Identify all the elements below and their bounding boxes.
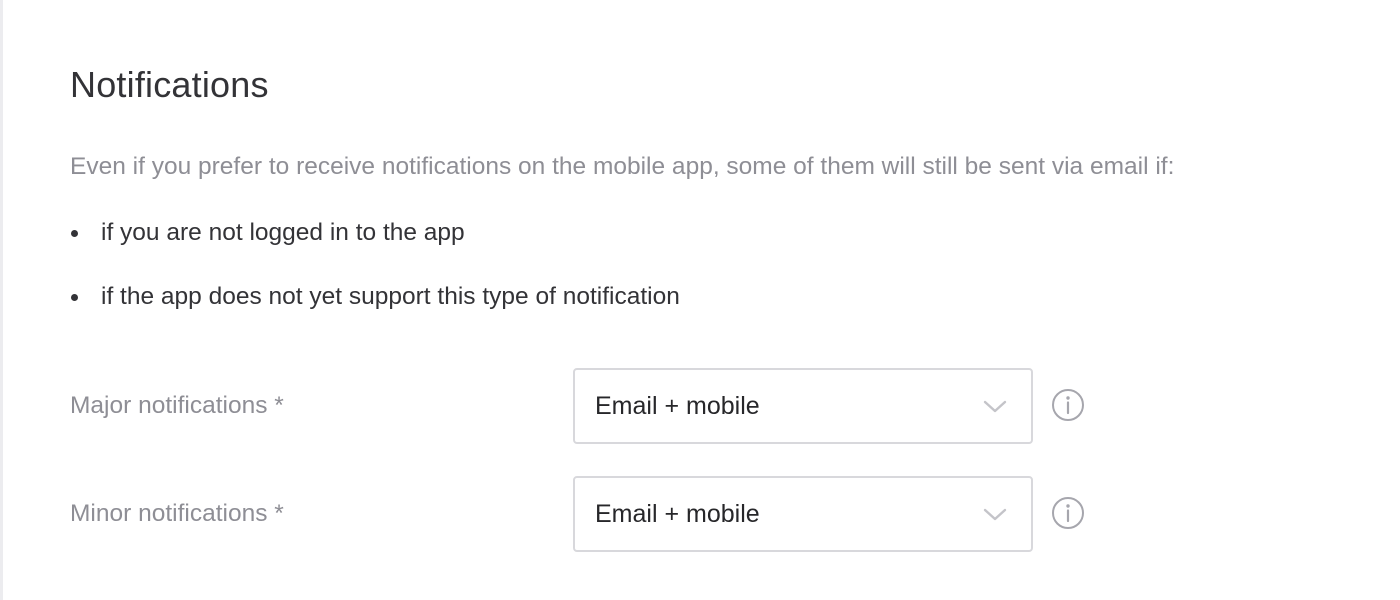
- list-item: if the app does not yet support this typ…: [70, 278, 680, 316]
- major-notifications-row: Major notifications * Email + mobile: [70, 368, 1110, 444]
- minor-notifications-select[interactable]: Email + mobile: [573, 476, 1033, 552]
- major-notifications-label: Major notifications *: [70, 392, 284, 419]
- minor-notifications-row: Minor notifications * Email + mobile: [70, 476, 1110, 552]
- bullet-icon: [71, 293, 78, 301]
- info-icon[interactable]: [1051, 388, 1085, 422]
- chevron-down-icon: [983, 400, 1007, 413]
- section-title: Notifications: [70, 64, 269, 105]
- bullet-icon: [71, 229, 78, 237]
- list-item-text: if you are not logged in to the app: [101, 219, 465, 246]
- major-notifications-value: Email + mobile: [595, 392, 760, 420]
- minor-notifications-label: Minor notifications *: [70, 500, 284, 527]
- info-icon[interactable]: [1051, 496, 1085, 530]
- chevron-down-icon: [983, 508, 1007, 521]
- conditions-list: if you are not logged in to the app if t…: [70, 214, 680, 342]
- minor-notifications-value: Email + mobile: [595, 500, 760, 528]
- list-item: if you are not logged in to the app: [70, 214, 680, 252]
- major-notifications-select[interactable]: Email + mobile: [573, 368, 1033, 444]
- notifications-panel: Notifications Even if you prefer to rece…: [0, 0, 1400, 600]
- intro-text: Even if you prefer to receive notificati…: [70, 153, 1175, 180]
- list-item-text: if the app does not yet support this typ…: [101, 283, 680, 310]
